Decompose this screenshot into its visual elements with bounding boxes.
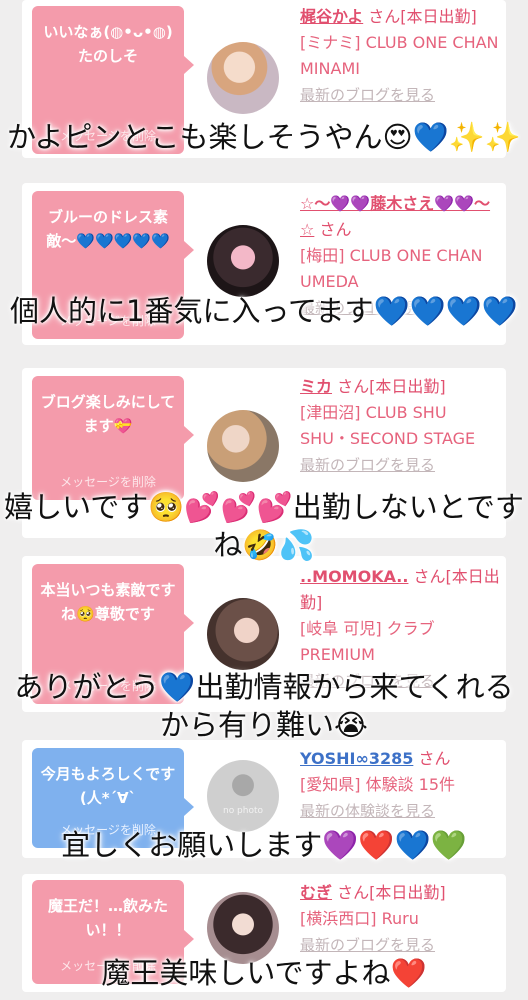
sender-status: さん[本日出勤] [337,377,446,396]
sender-name-link[interactable]: ..MOMOKA.. [300,567,408,586]
avatar[interactable] [207,598,279,670]
overlay-caption: かよピンとこも楽しそうやん😍💙✨✨ [6,120,522,154]
overlay-caption: ありがとう💙出勤情報から来てくれるから有り難い😭 [14,670,514,742]
message-text: ブルーのドレス素敵〜💙💙💙💙💙 [46,208,170,250]
sender-info: ミカ さん[本日出勤] [津田沼] CLUB SHU SHU・SECOND ST… [300,374,500,478]
sender-info: 梶谷かよ さん[本日出勤] [ミナミ] CLUB ONE CHAN MINAMI… [300,4,500,108]
avatar[interactable] [207,225,279,297]
avatar[interactable] [207,42,279,114]
message-text: 今月もよろしくです(人*´∀` [40,765,176,807]
sender-name-link[interactable]: ミカ [300,377,332,396]
message-text: 本当いつも素敵ですね🥺尊敬です [40,581,176,623]
shop-name: [愛知県] 体験談 15件 [300,775,456,794]
message-text: いいなぁ(◍•ᴗ•◍)たのしそ [43,23,173,65]
blog-link[interactable]: 最新のブログを見る [300,86,435,104]
sender-status: さん [418,749,451,768]
shop-name: [岐阜 可児] クラブPREMIUM [300,619,435,664]
message-feed: いいなぁ(◍•ᴗ•◍)たのしそ メッセージを削除 梶谷かよ さん[本日出勤] [… [0,0,528,1000]
no-photo-label: no photo [222,806,264,816]
blog-link[interactable]: 最新のブログを見る [300,936,435,954]
shop-name: [ミナミ] CLUB ONE CHAN MINAMI [300,33,499,78]
sender-status: さん[本日出勤] [368,7,477,26]
sender-info: むぎ さん[本日出勤] [横浜西口] Ruru 最新のブログを見る [300,880,500,958]
sender-info: YOSHI∞3285 さん [愛知県] 体験談 15件 最新の体験談を見る [300,746,500,824]
overlay-caption: 宜しくお願いします💜❤️💙💚 [61,828,467,862]
shop-name: [横浜西口] Ruru [300,909,419,928]
blog-link[interactable]: 最新の体験談を見る [300,802,435,820]
shop-name: [梅田] CLUB ONE CHAN UMEDA [300,246,483,291]
overlay-caption: 嬉しいです🥺💕💕💕出勤しないとですね🤣💦 [4,490,524,562]
sender-name-link[interactable]: むぎ [300,883,332,902]
sender-status: さん [319,220,352,239]
message-text: ブログ楽しみにしてます💝 [40,393,176,435]
overlay-caption: 魔王美味しいですよね❤️ [101,956,427,990]
message-bubble: ブログ楽しみにしてます💝 メッセージを削除 [32,376,194,500]
sender-status: さん[本日出勤] [337,883,446,902]
avatar-no-photo[interactable]: no photo [207,760,279,832]
avatar[interactable] [207,410,279,482]
sender-name-link[interactable]: 梶谷かよ [300,7,363,26]
blog-link[interactable]: 最新のブログを見る [300,456,435,474]
sender-name-link[interactable]: YOSHI∞3285 [300,749,413,768]
message-text: 魔王だ！…飲みたい！！ [47,897,168,939]
shop-name: [津田沼] CLUB SHU SHU・SECOND STAGE [300,403,476,448]
overlay-caption: 個人的に1番気に入ってます💙💙💙💙 [10,294,518,328]
